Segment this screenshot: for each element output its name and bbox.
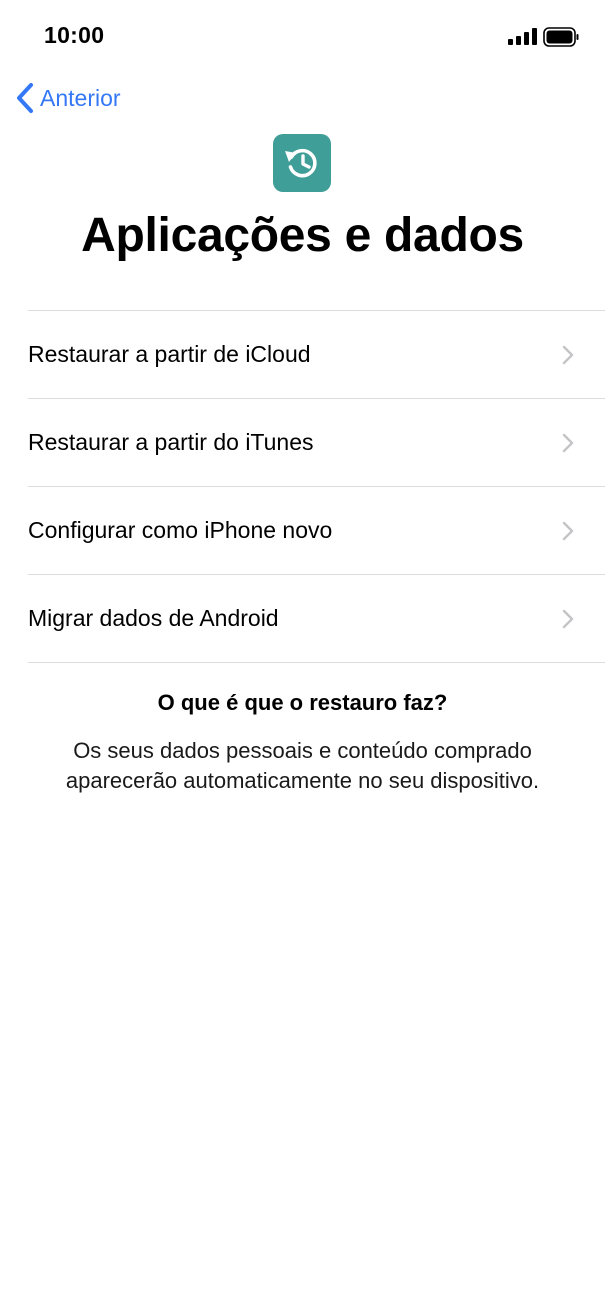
chevron-right-icon bbox=[562, 521, 574, 540]
chevron-right-icon bbox=[562, 433, 574, 452]
chevron-left-icon bbox=[17, 83, 33, 113]
back-label: Anterior bbox=[40, 84, 121, 111]
battery-icon bbox=[543, 27, 579, 47]
options-list: Restaurar a partir de iCloud Restaurar a… bbox=[28, 310, 605, 663]
signal-icon bbox=[508, 28, 537, 45]
option-label: Restaurar a partir de iCloud bbox=[28, 341, 311, 367]
info-body: Os seus dados pessoais e conteúdo compra… bbox=[65, 738, 540, 793]
option-restore-icloud[interactable]: Restaurar a partir de iCloud bbox=[28, 311, 605, 399]
status-bar: 10:00 bbox=[0, 0, 605, 70]
status-time: 10:00 bbox=[44, 22, 105, 48]
chevron-right-icon bbox=[562, 609, 574, 628]
option-label: Restaurar a partir do iTunes bbox=[28, 429, 314, 455]
back-button[interactable]: Anterior bbox=[14, 78, 121, 118]
option-restore-itunes[interactable]: Restaurar a partir do iTunes bbox=[28, 399, 605, 487]
option-label: Configurar como iPhone novo bbox=[28, 517, 333, 543]
chevron-right-icon bbox=[562, 345, 574, 364]
option-label: Migrar dados de Android bbox=[28, 605, 279, 631]
page-title: Aplicações e dados bbox=[81, 209, 524, 262]
option-setup-new-iphone[interactable]: Configurar como iPhone novo bbox=[28, 487, 605, 575]
option-migrate-android[interactable]: Migrar dados de Android bbox=[28, 575, 605, 663]
restore-icon bbox=[273, 134, 331, 192]
info-heading: O que é que o restauro faz? bbox=[157, 690, 448, 715]
